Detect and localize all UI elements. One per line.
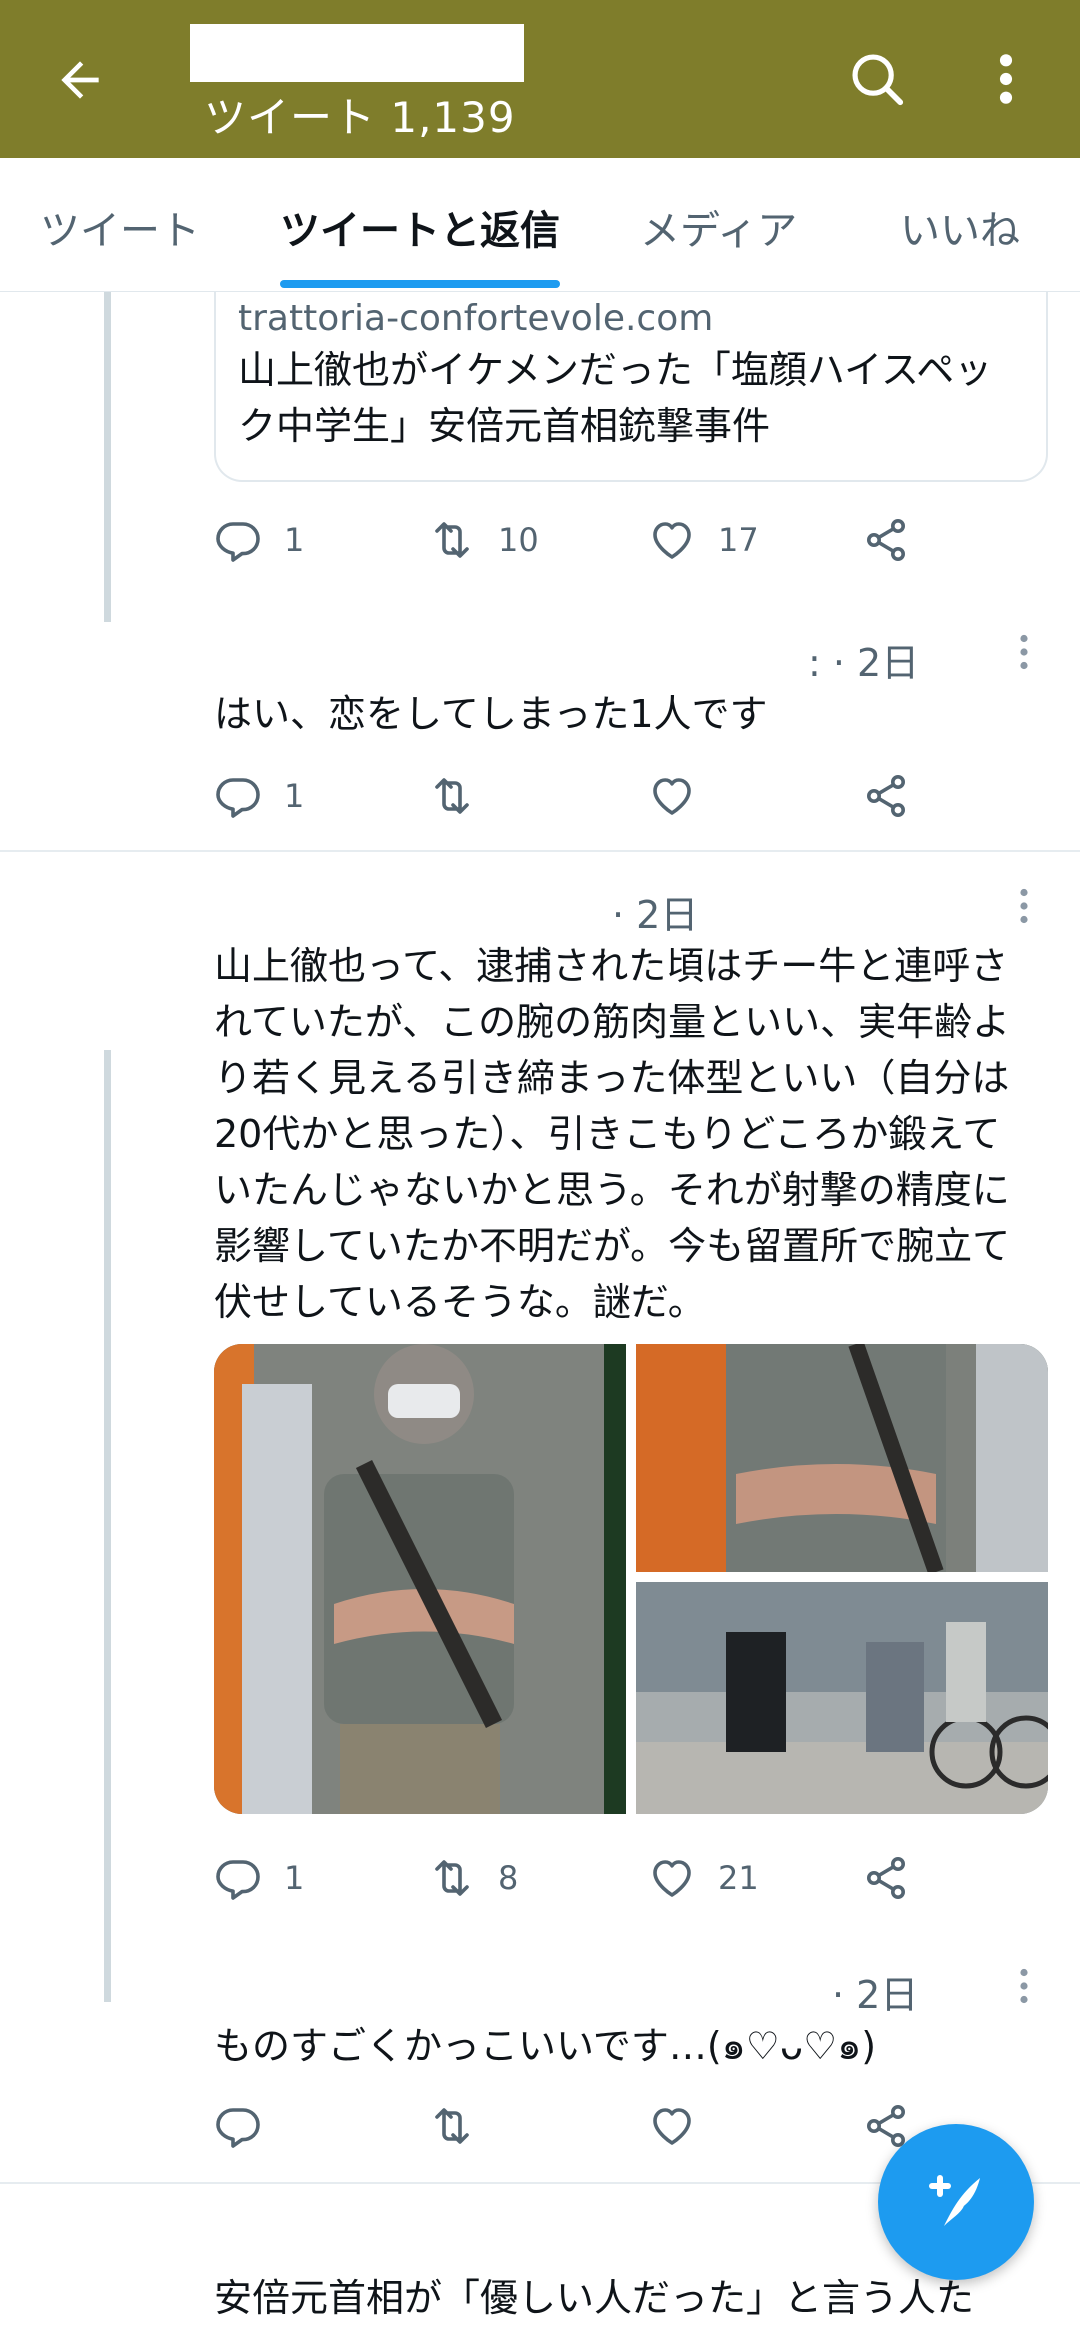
- like-button[interactable]: [648, 764, 696, 828]
- like-icon: [653, 2108, 691, 2145]
- retweet-count: 8: [498, 1859, 519, 1897]
- reply-button[interactable]: 1: [214, 1846, 304, 1910]
- like-button[interactable]: [648, 2094, 696, 2158]
- like-count: 17: [718, 521, 759, 559]
- tweet-text: ものすごくかっこいいです…(๑♡ᴗ♡๑): [214, 2024, 877, 2068]
- retweet-button[interactable]: 8: [428, 1846, 518, 1910]
- tweet-text: 山上徹也って、逮捕された頃はチー牛と連呼されていたが、この腕の筋肉量といい、実年…: [214, 944, 1011, 1324]
- reply-button[interactable]: 1: [214, 764, 304, 828]
- tweet-photo[interactable]: [214, 1344, 626, 1814]
- tweet-menu-button[interactable]: [1004, 1956, 1044, 2016]
- reply-count: 1: [284, 1859, 305, 1897]
- compose-tweet-button[interactable]: [878, 2124, 1034, 2280]
- share-icon: [867, 2105, 905, 2147]
- link-card[interactable]: trattoria-confortevole.com 山上徹也がイケメンだった「…: [214, 292, 1048, 482]
- share-button[interactable]: [862, 1846, 910, 1910]
- tweet-media-grid[interactable]: [214, 1344, 1048, 1814]
- more-vertical-icon: [1020, 888, 1028, 924]
- reply-count: 1: [284, 521, 305, 559]
- reply-button[interactable]: [214, 2094, 262, 2158]
- like-icon: [653, 1860, 691, 1897]
- share-button[interactable]: [862, 508, 910, 572]
- reply-button[interactable]: 1: [214, 508, 304, 572]
- like-button[interactable]: 17: [648, 508, 759, 572]
- tweet-photo[interactable]: [636, 1582, 1048, 1814]
- share-icon: [867, 519, 905, 561]
- tweet-actions: 1 8 21: [214, 1846, 944, 1910]
- profile-name-redacted: [190, 24, 524, 82]
- thread-line: [104, 1050, 111, 2002]
- retweet-icon: [435, 1860, 469, 1896]
- retweet-button[interactable]: [428, 764, 476, 828]
- tweet-meta: · 2日: [832, 1973, 919, 2017]
- active-tab-indicator: [280, 280, 560, 288]
- profile-tabs: ツイート ツイートと返信 メディア いいね: [0, 158, 1080, 292]
- tweet-count: ツイート 1,139: [204, 93, 516, 142]
- tweet-photo[interactable]: [636, 1344, 1048, 1572]
- tab-tweets[interactable]: ツイート: [40, 198, 200, 256]
- tab-tweets-and-replies[interactable]: ツイートと返信: [280, 198, 560, 256]
- more-vertical-icon: [999, 54, 1013, 104]
- reply-icon: [216, 522, 260, 562]
- reply-count: 1: [284, 777, 305, 815]
- tab-media[interactable]: メディア: [640, 198, 797, 256]
- reply-icon: [216, 778, 260, 818]
- tweet-meta: · 2日: [612, 893, 699, 937]
- link-card-title: 山上徹也がイケメンだった「塩顔ハイスペック中学生」安倍元首相銃撃事件: [238, 348, 993, 448]
- retweet-button[interactable]: 10: [428, 508, 539, 572]
- tweet-actions: [214, 2094, 944, 2158]
- reply-icon: [216, 2108, 260, 2148]
- timeline[interactable]: trattoria-confortevole.com 山上徹也がイケメンだった「…: [0, 292, 1080, 2325]
- like-icon: [653, 522, 691, 559]
- like-count: 21: [718, 1859, 759, 1897]
- retweet-icon: [435, 2108, 469, 2144]
- photo-person-arms-crossed: [214, 1344, 626, 1814]
- share-icon: [867, 1857, 905, 1899]
- like-icon: [653, 778, 691, 815]
- tweet-text: 安倍元首相が「優しい人だった」と言う人た: [214, 2276, 975, 2320]
- app-header: ツイート 1,139: [0, 0, 1080, 158]
- back-button[interactable]: [48, 48, 112, 112]
- tweet-text: はい、恋をしてしまった1人です: [214, 692, 768, 736]
- tab-likes[interactable]: いいね: [900, 198, 1020, 256]
- more-vertical-icon: [1020, 634, 1028, 670]
- retweet-icon: [435, 778, 469, 814]
- link-card-domain: trattoria-confortevole.com: [238, 298, 714, 339]
- photo-street-scene: [636, 1582, 1048, 1814]
- photo-arms-crossed-closeup: [636, 1344, 1048, 1572]
- retweet-icon: [435, 522, 469, 558]
- like-button[interactable]: 21: [648, 1846, 759, 1910]
- tweet-menu-button[interactable]: [1004, 622, 1044, 682]
- thread-line: [104, 292, 111, 622]
- share-button[interactable]: [862, 764, 910, 828]
- compose-tweet-icon: [929, 2175, 980, 2226]
- back-arrow-icon: [61, 61, 99, 99]
- tweet-meta: : · 2日: [808, 641, 920, 685]
- tweet-actions: 1 10 17: [214, 508, 944, 572]
- search-button[interactable]: [842, 44, 912, 114]
- more-vertical-icon: [1020, 1968, 1028, 2004]
- retweet-button[interactable]: [428, 2094, 476, 2158]
- reply-icon: [216, 1860, 260, 1900]
- search-icon: [852, 54, 904, 106]
- share-icon: [867, 775, 905, 817]
- retweet-count: 10: [498, 521, 539, 559]
- tweet-divider: [0, 850, 1080, 852]
- tweet-menu-button[interactable]: [1004, 876, 1044, 936]
- more-options-button[interactable]: [980, 44, 1032, 114]
- tweet-actions: 1: [214, 764, 944, 828]
